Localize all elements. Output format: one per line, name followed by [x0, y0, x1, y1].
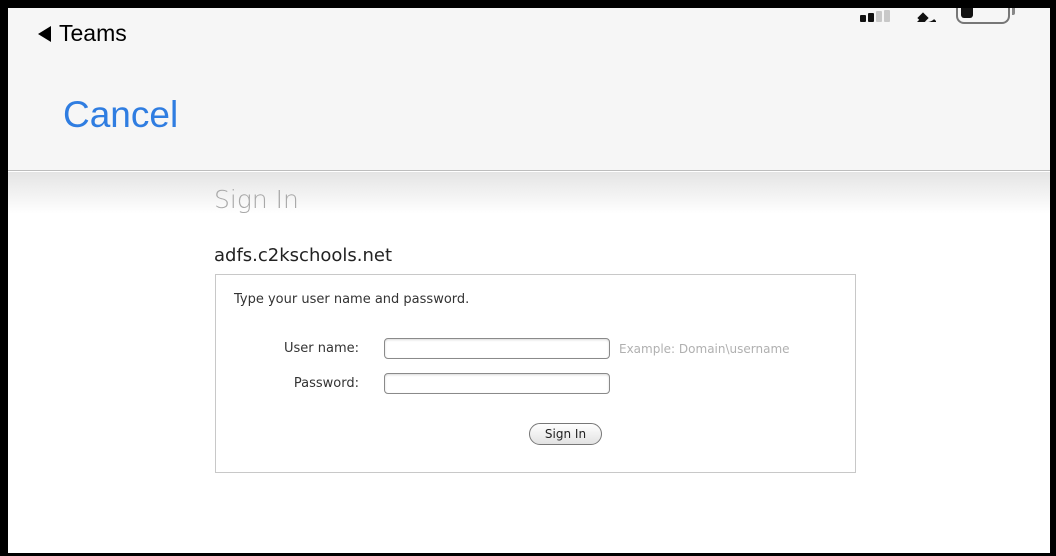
sign-in-form: Type your user name and password. User n… — [215, 274, 856, 473]
username-hint: Example: Domain\username — [619, 342, 790, 356]
signal-bar — [884, 10, 890, 22]
form-instructions: Type your user name and password. — [234, 292, 470, 307]
navigation-bar-shadow — [8, 172, 1050, 214]
username-label: User name: — [283, 341, 359, 356]
sign-in-button[interactable]: Sign In — [529, 423, 602, 445]
signal-bar — [860, 15, 866, 22]
back-to-teams-link[interactable]: Teams — [38, 20, 127, 47]
signal-bar — [876, 11, 882, 22]
battery-nub — [1012, 8, 1015, 15]
screen-frame: Teams Cancel Sign In adfs.c2kschools.net… — [0, 0, 1056, 556]
signal-bar — [868, 13, 874, 22]
cancel-button[interactable]: Cancel — [63, 94, 178, 136]
wifi-icon — [910, 8, 936, 22]
battery-level — [961, 8, 973, 18]
navigation-bar: Teams Cancel — [8, 8, 1050, 171]
battery-icon — [956, 8, 1015, 24]
page-title: Sign In — [214, 185, 299, 214]
password-input[interactable] — [384, 373, 610, 394]
back-triangle-icon — [38, 25, 51, 42]
cellular-signal-icon — [860, 10, 890, 22]
username-input[interactable] — [384, 338, 610, 359]
domain-label: adfs.c2kschools.net — [214, 245, 393, 266]
password-label: Password: — [293, 376, 359, 391]
status-bar — [860, 8, 1015, 24]
back-link-label: Teams — [59, 20, 127, 46]
